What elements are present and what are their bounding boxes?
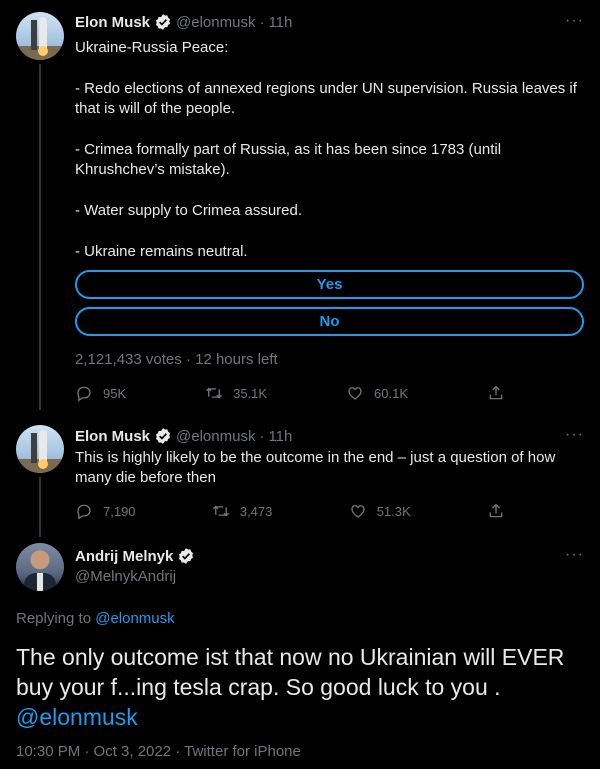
focused-tweet-body: The only outcome ist that now no Ukraini… [16,644,565,700]
separator-dot: · [185,351,191,368]
verified-badge-icon [155,14,171,30]
tweet-paragraph: - Crimea formally part of Russia, as it … [75,141,502,178]
share-button[interactable] [487,384,515,402]
avatar-elon-musk[interactable] [16,12,64,60]
verified-badge-icon [155,428,171,444]
author-handle[interactable]: @MelnykAndrij [75,568,176,585]
tweet-header: Elon Musk @elonmusk · 11h [75,13,292,31]
tweet-time[interactable]: 11h [268,14,292,31]
like-count: 60.1K [374,385,409,401]
poll-option-yes[interactable]: Yes [75,270,584,299]
tweet-paragraph: Ukraine-Russia Peace: [75,39,229,56]
share-icon [489,385,503,400]
focused-tweet-text: The only outcome ist that now no Ukraini… [16,642,584,732]
avatar-flame [38,459,48,469]
retweet-button[interactable]: 35.1K [205,384,267,402]
share-button[interactable] [487,502,515,520]
reply-button[interactable]: 95K [75,384,126,402]
avatar-shirt [37,573,43,591]
tweet-paragraph: - Redo elections of annexed regions unde… [75,80,577,117]
tweet-timestamp[interactable]: 10:30 PM · Oct 3, 2022 · Twitter for iPh… [16,743,301,760]
author-name[interactable]: Elon Musk [75,428,150,445]
replying-to-label: Replying to [16,610,92,627]
more-icon[interactable]: ··· [565,546,584,564]
like-icon [351,505,365,518]
author-name[interactable]: Elon Musk [75,14,150,31]
replying-to-link[interactable]: @elonmusk [95,610,174,627]
separator-dot: · [259,13,265,31]
reply-icon [77,386,91,402]
tweet-paragraph: - Ukraine remains neutral. [75,243,248,260]
avatar-tower [31,20,37,50]
author-name[interactable]: Andrij Melnyk [75,548,173,565]
tweet-paragraph: - Water supply to Crimea assured. [75,202,303,219]
avatar-flame [38,46,48,56]
like-count: 51.3K [376,503,411,519]
tweet-text: Ukraine-Russia Peace: - Redo elections o… [75,38,585,262]
reply-icon [77,504,91,520]
like-icon [348,387,362,400]
retweet-count: 35.1K [233,385,268,401]
like-button[interactable]: 51.3K [349,502,411,520]
tweet-actions: 95K 35.1K 60.1K [75,384,515,402]
retweet-icon [212,505,229,517]
retweet-button[interactable]: 3,473 [212,502,273,520]
poll-time-left: 12 hours left [195,351,278,368]
retweet-count: 3,473 [239,503,273,519]
share-icon [489,503,503,518]
more-icon[interactable]: ··· [565,12,584,30]
thread-line [39,477,41,537]
thread-line [39,64,41,410]
reply-count: 7,190 [103,503,136,519]
avatar-tower [31,433,37,463]
reply-button[interactable]: 7,190 [75,502,136,520]
tweet-time[interactable]: 11h [268,428,292,445]
poll-option-no[interactable]: No [75,307,584,336]
mention-link[interactable]: @elonmusk [16,704,138,730]
verified-badge-icon [179,548,194,564]
tweet-actions: 7,190 3,473 51.3K [75,502,515,520]
poll-votes: 2,121,433 votes [75,351,182,368]
reply-count: 95K [103,385,127,401]
poll-meta: 2,121,433 votes · 12 hours left [75,351,278,368]
tweet-header: Elon Musk @elonmusk · 11h [75,427,292,445]
author-handle[interactable]: @elonmusk [176,428,255,445]
avatar-andrij-melnyk[interactable] [16,543,64,591]
tweet-text: This is highly likely to be the outcome … [75,449,556,486]
author-handle[interactable]: @elonmusk [176,14,255,31]
focused-tweet-header: Andrij Melnyk [75,547,199,565]
avatar-elon-musk[interactable] [16,425,64,473]
focused-handle-row: @MelnykAndrij [75,568,176,585]
like-button[interactable]: 60.1K [346,384,408,402]
more-icon[interactable]: ··· [565,426,584,444]
replying-to: Replying to @elonmusk [16,610,175,627]
retweet-icon [206,387,223,399]
separator-dot: · [259,427,265,445]
